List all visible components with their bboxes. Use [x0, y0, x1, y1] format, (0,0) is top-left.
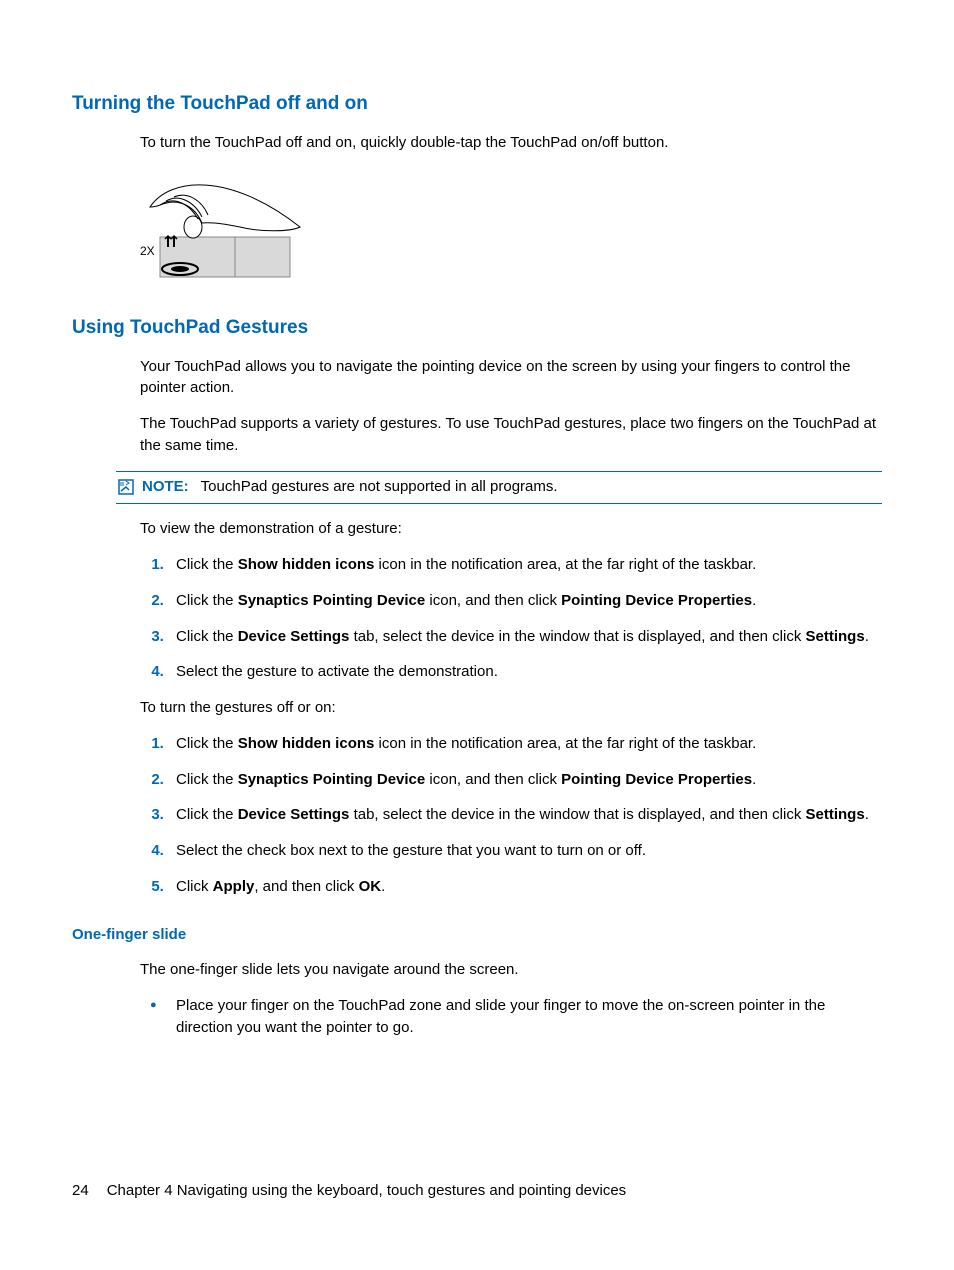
list-view-demo: Click the Show hidden icons icon in the …: [140, 554, 882, 683]
page-number: 24: [72, 1180, 89, 1202]
heading-one-finger-slide: One-finger slide: [72, 924, 882, 946]
para-gestures-support: The TouchPad supports a variety of gestu…: [140, 413, 882, 457]
list-item: Click the Synaptics Pointing Device icon…: [168, 769, 882, 791]
list-item: Click the Device Settings tab, select th…: [168, 804, 882, 826]
para-turning-touchpad: To turn the TouchPad off and on, quickly…: [140, 132, 882, 154]
list-toggle-gestures: Click the Show hidden icons icon in the …: [140, 733, 882, 898]
list-item: Click the Device Settings tab, select th…: [168, 626, 882, 648]
touchpad-tap-illustration: 2X: [140, 177, 310, 287]
note-text: TouchPad gestures are not supported in a…: [201, 478, 558, 495]
svg-text:2X: 2X: [140, 244, 155, 258]
para-one-finger-intro: The one-finger slide lets you navigate a…: [140, 959, 882, 981]
list-item: Select the check box next to the gesture…: [168, 840, 882, 862]
note-callout: NOTE: TouchPad gestures are not supported…: [116, 471, 882, 505]
note-label: NOTE:: [142, 478, 189, 495]
heading-using-gestures: Using TouchPad Gestures: [72, 314, 882, 342]
chapter-title: Chapter 4 Navigating using the keyboard,…: [107, 1182, 627, 1199]
list-one-finger: Place your finger on the TouchPad zone a…: [140, 995, 882, 1039]
list-item: Click the Show hidden icons icon in the …: [168, 733, 882, 755]
heading-turning-touchpad: Turning the TouchPad off and on: [72, 90, 882, 118]
para-view-demo: To view the demonstration of a gesture:: [140, 518, 882, 540]
note-icon: [116, 477, 136, 497]
para-toggle-gestures: To turn the gestures off or on:: [140, 697, 882, 719]
document-page: Turning the TouchPad off and on To turn …: [0, 0, 954, 1270]
page-footer: 24 Chapter 4 Navigating using the keyboar…: [72, 1180, 626, 1202]
list-item: Click the Synaptics Pointing Device icon…: [168, 590, 882, 612]
note-content: NOTE: TouchPad gestures are not supported…: [142, 476, 558, 498]
list-item: Click the Show hidden icons icon in the …: [168, 554, 882, 576]
list-item: Click Apply, and then click OK.: [168, 876, 882, 898]
para-gestures-intro: Your TouchPad allows you to navigate the…: [140, 356, 882, 400]
list-item: Place your finger on the TouchPad zone a…: [168, 995, 882, 1039]
list-item: Select the gesture to activate the demon…: [168, 661, 882, 683]
